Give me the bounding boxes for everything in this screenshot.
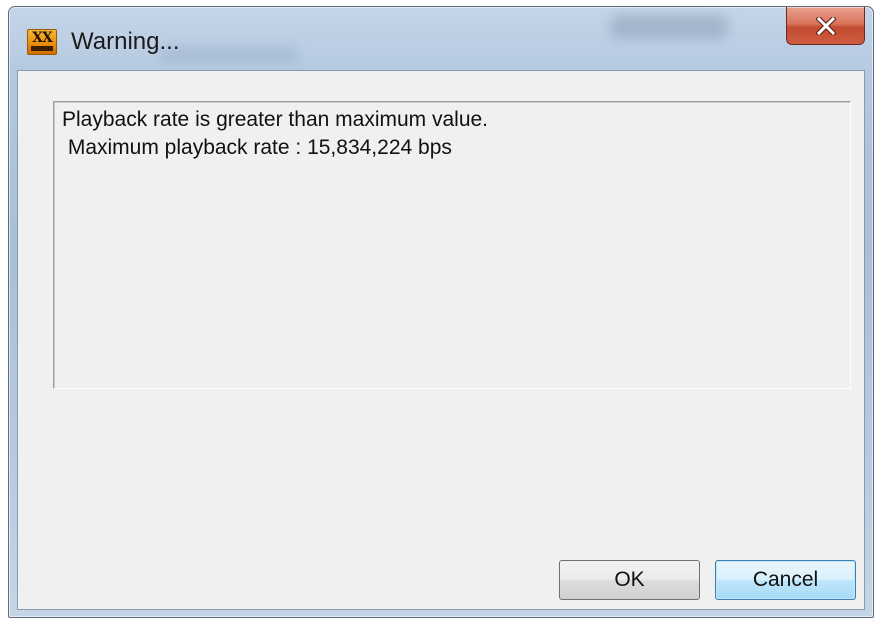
dialog-body: Playback rate is greater than maximum va… (17, 70, 865, 610)
message-line: Maximum playback rate : 15,834,224 bps (62, 136, 452, 159)
ok-button[interactable]: OK (559, 560, 700, 600)
warning-dialog: XX Warning... Playback rate is greater t… (8, 6, 874, 618)
message-box: Playback rate is greater than maximum va… (53, 101, 851, 389)
close-button[interactable] (786, 7, 865, 45)
close-icon (816, 17, 836, 35)
cancel-button[interactable]: Cancel (715, 560, 856, 600)
xx-player-icon: XX (27, 29, 57, 55)
title-bar[interactable]: XX Warning... (9, 7, 873, 65)
message-line: Playback rate is greater than maximum va… (62, 108, 489, 131)
window-title: Warning... (71, 28, 180, 55)
